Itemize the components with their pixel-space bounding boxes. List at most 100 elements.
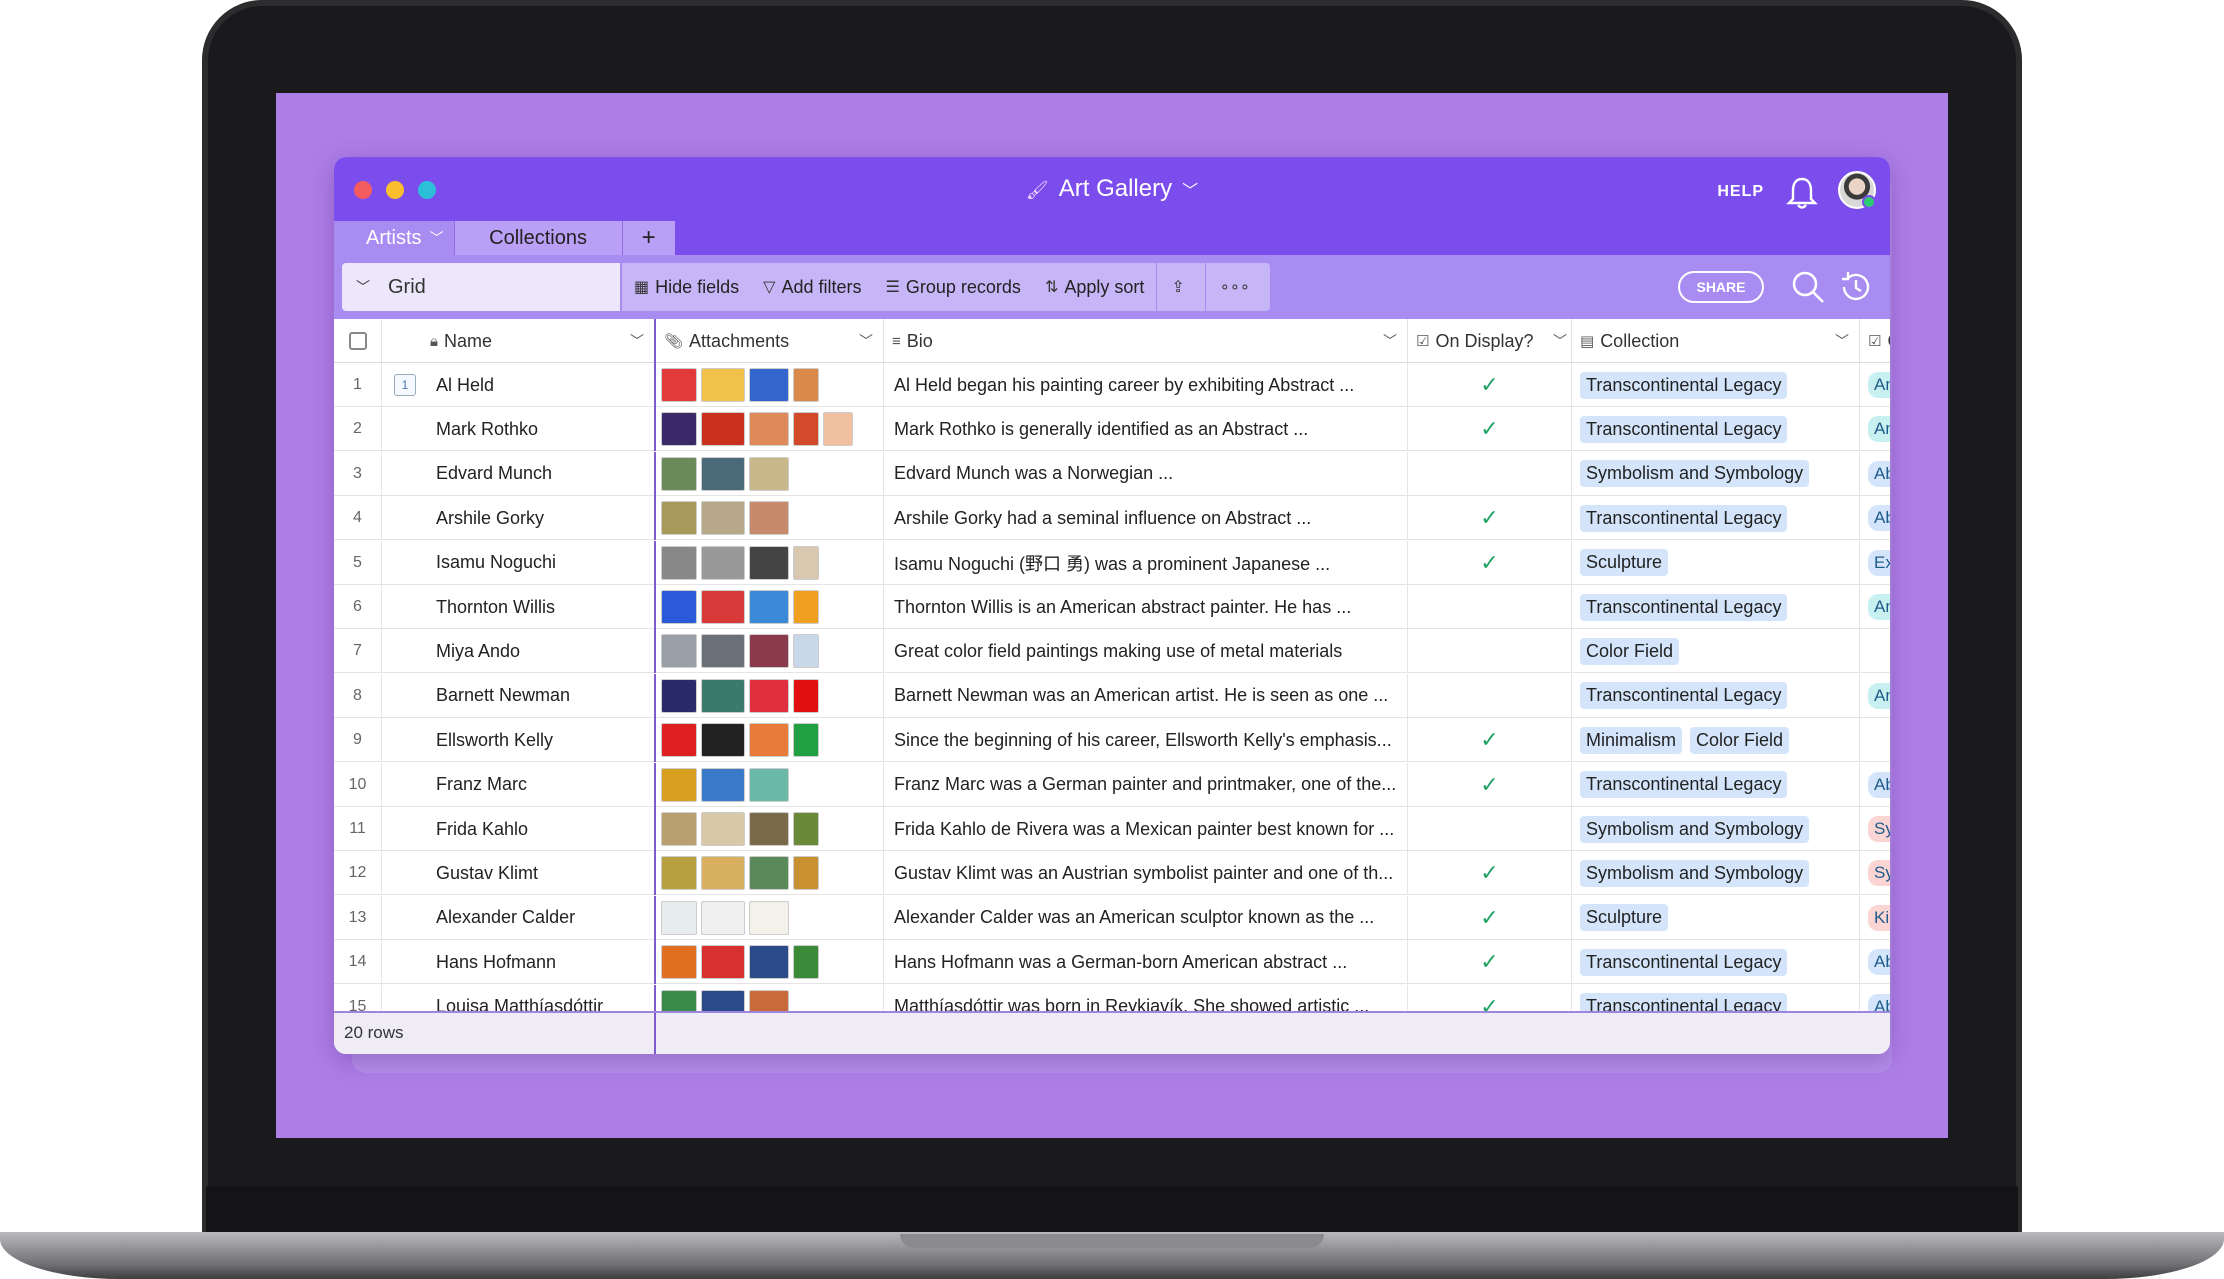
search-icon[interactable]: [1790, 269, 1826, 305]
attachment-thumbnail[interactable]: [701, 545, 745, 580]
attachment-thumbnail[interactable]: [661, 412, 697, 447]
collection-cell[interactable]: Symbolism and Symbology: [1572, 807, 1860, 851]
attachment-thumbnail[interactable]: [793, 678, 819, 713]
attachment-thumbnail[interactable]: [661, 812, 697, 846]
name-cell[interactable]: Alexander Calder: [428, 895, 656, 940]
bio-cell[interactable]: Great color field paintings making use o…: [884, 629, 1408, 674]
expand-record-cell[interactable]: [382, 674, 428, 718]
attachment-thumbnail[interactable]: [749, 545, 789, 580]
name-cell[interactable]: Frida Kahlo: [428, 807, 656, 851]
collection-cell[interactable]: Transcontinental Legacy: [1572, 585, 1860, 629]
column-header-attachments[interactable]: 📎︎ Attachments ﹀: [656, 319, 884, 363]
attachment-thumbnail[interactable]: [661, 856, 697, 891]
attachments-cell[interactable]: [656, 363, 884, 407]
name-cell[interactable]: Thornton Willis: [428, 585, 656, 629]
attachment-thumbnail[interactable]: [749, 501, 789, 536]
apply-sort-button[interactable]: ⇅ Apply sort: [1033, 263, 1156, 311]
on-display-cell[interactable]: [1408, 673, 1572, 718]
attachment-thumbnail[interactable]: [749, 767, 789, 802]
bio-cell[interactable]: Al Held began his painting career by exh…: [884, 363, 1408, 407]
attachments-cell[interactable]: [656, 496, 884, 541]
attachment-thumbnail[interactable]: [661, 590, 697, 624]
attachment-thumbnail[interactable]: [793, 412, 819, 447]
table-row[interactable]: 8 Barnett Newman Barnett Newman was an Ame…: [334, 673, 1890, 718]
add-filters-button[interactable]: ▽ Add filters: [751, 263, 873, 311]
view-switcher[interactable]: ﹀ Grid: [342, 263, 620, 311]
attachment-thumbnail[interactable]: [793, 945, 819, 980]
table-row[interactable]: 3 Edvard Munch Edvard Munch was a Norwegia…: [334, 451, 1890, 496]
select-all-checkbox[interactable]: [348, 332, 367, 350]
attachment-thumbnail[interactable]: [749, 678, 789, 713]
share-view-button[interactable]: ⇪: [1156, 263, 1204, 311]
expand-record-cell[interactable]: [382, 629, 428, 673]
attachment-thumbnail[interactable]: [701, 900, 745, 935]
name-cell[interactable]: Al Held: [428, 363, 656, 407]
g-cell[interactable]: Am: [1860, 674, 1890, 718]
attachments-cell[interactable]: [656, 407, 884, 452]
attachments-cell[interactable]: [656, 807, 884, 851]
attachments-cell[interactable]: [656, 762, 884, 807]
name-cell[interactable]: Franz Marc: [428, 762, 656, 807]
g-cell[interactable]: Exp: [1860, 541, 1890, 585]
more-options-button[interactable]: ∘∘∘: [1204, 263, 1270, 311]
hide-fields-button[interactable]: ▦ Hide fields: [622, 263, 751, 311]
on-display-cell[interactable]: [1408, 807, 1572, 851]
on-display-cell[interactable]: [1408, 629, 1572, 674]
attachment-thumbnail[interactable]: [701, 590, 745, 624]
table-row[interactable]: 13 Alexander Calder Alexander Calder was a…: [334, 895, 1890, 940]
g-cell[interactable]: Kin: [1860, 896, 1890, 940]
name-cell[interactable]: Miya Ando: [428, 629, 656, 674]
bio-cell[interactable]: Mark Rothko is generally identified as a…: [884, 407, 1408, 452]
column-header-on-display[interactable]: ☑ On Display? ﹀: [1408, 319, 1572, 363]
attachment-thumbnail[interactable]: [749, 900, 789, 935]
bio-cell[interactable]: Edvard Munch was a Norwegian ...: [884, 451, 1408, 496]
collection-cell[interactable]: Transcontinental Legacy: [1572, 496, 1860, 541]
attachment-thumbnail[interactable]: [701, 767, 745, 802]
bio-cell[interactable]: Hans Hofmann was a German-born American …: [884, 940, 1408, 985]
column-header-name[interactable]: 🔒︎ Name ﹀: [382, 319, 656, 363]
bio-cell[interactable]: Franz Marc was a German painter and prin…: [884, 762, 1408, 807]
expand-record-cell[interactable]: [382, 807, 428, 851]
attachment-thumbnail[interactable]: [701, 723, 745, 758]
expand-record-cell[interactable]: [382, 541, 428, 585]
attachments-cell[interactable]: [656, 540, 884, 585]
table-row[interactable]: 11 Frida Kahlo Frida Kahlo de Rivera was a…: [334, 807, 1890, 851]
bell-icon[interactable]: [1786, 175, 1818, 211]
name-cell[interactable]: Barnett Newman: [428, 673, 656, 718]
g-cell[interactable]: Abs: [1860, 940, 1890, 984]
expand-record-cell[interactable]: [382, 851, 428, 895]
on-display-cell[interactable]: ✓: [1408, 762, 1572, 807]
collection-cell[interactable]: Color Field: [1572, 629, 1860, 674]
expand-record-cell[interactable]: [382, 763, 428, 807]
expand-record-cell[interactable]: [382, 407, 428, 451]
attachment-thumbnail[interactable]: [793, 634, 819, 669]
table-row[interactable]: 6 Thornton Willis Thornton Willis is an Am…: [334, 585, 1890, 629]
base-title[interactable]: 🖌 Art Gallery ﹀: [334, 175, 1890, 203]
attachment-thumbnail[interactable]: [749, 634, 789, 669]
attachment-thumbnail[interactable]: [661, 900, 697, 935]
on-display-cell[interactable]: ✓: [1408, 718, 1572, 763]
attachment-thumbnail[interactable]: [701, 368, 745, 402]
name-cell[interactable]: Edvard Munch: [428, 451, 656, 496]
collection-cell[interactable]: Minimalism Color Field: [1572, 718, 1860, 763]
table-row[interactable]: 1 1 Al Held Al Held began his painting care…: [334, 363, 1890, 407]
on-display-cell[interactable]: [1408, 451, 1572, 496]
attachment-thumbnail[interactable]: [701, 412, 745, 447]
on-display-cell[interactable]: ✓: [1408, 940, 1572, 985]
group-records-button[interactable]: ☰ Group records: [874, 263, 1033, 311]
collection-cell[interactable]: Sculpture: [1572, 540, 1860, 585]
attachment-thumbnail[interactable]: [661, 945, 697, 980]
share-button[interactable]: SHARE: [1678, 271, 1764, 303]
g-cell[interactable]: Am: [1860, 363, 1890, 407]
attachments-cell[interactable]: [656, 673, 884, 718]
on-display-cell[interactable]: ✓: [1408, 540, 1572, 585]
collection-cell[interactable]: Sculpture: [1572, 895, 1860, 940]
name-cell[interactable]: Ellsworth Kelly: [428, 718, 656, 763]
attachment-thumbnail[interactable]: [793, 856, 819, 891]
g-cell[interactable]: Am: [1860, 407, 1890, 451]
column-header-g[interactable]: ☑G: [1860, 319, 1890, 363]
attachment-thumbnail[interactable]: [749, 856, 789, 891]
attachment-thumbnail[interactable]: [701, 945, 745, 980]
bio-cell[interactable]: Thornton Willis is an American abstract …: [884, 585, 1408, 629]
g-cell[interactable]: [1860, 629, 1890, 673]
